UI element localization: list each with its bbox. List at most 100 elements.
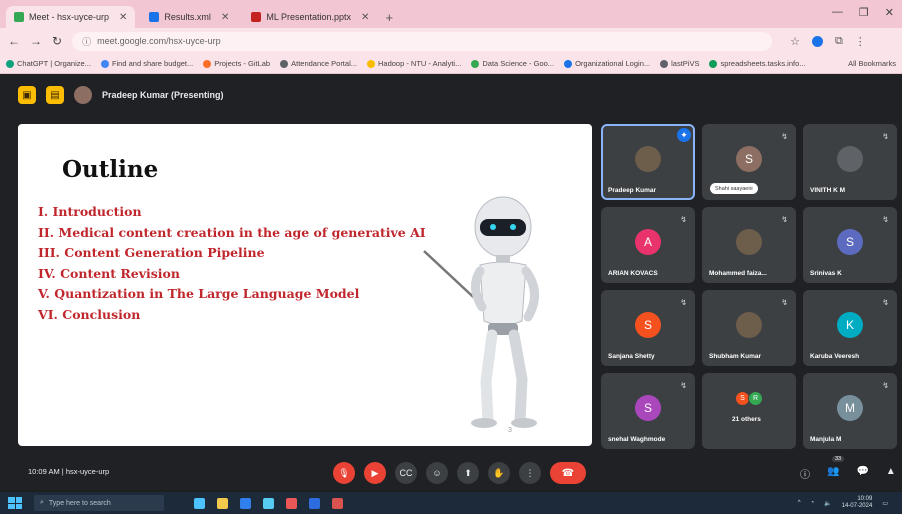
participant-name: Karuba Veeresh <box>810 353 860 360</box>
site-info-icon[interactable]: ⓘ <box>82 35 91 48</box>
bookmark-item[interactable]: Projects - GitLab <box>203 59 270 68</box>
clock[interactable]: 10:09 14-07-2024 <box>842 496 873 510</box>
tab-results[interactable]: Results.xml ✕ <box>141 6 237 28</box>
extensions-icon[interactable]: ⧉ <box>835 35 843 48</box>
participant-tile[interactable]: S ↯ Sanjana Shetty <box>601 290 695 366</box>
tray-arrow-icon[interactable]: ^ <box>798 500 801 506</box>
chat-icon[interactable]: 💬 <box>856 466 868 481</box>
participant-name: Shubham Kumar <box>709 353 762 360</box>
layout-icon[interactable]: ▤ <box>46 86 64 104</box>
info-icon[interactable]: ⓘ <box>800 466 810 481</box>
bookmark-item[interactable]: Hadoop - NTU - Analyti... <box>366 59 461 68</box>
notifications-icon[interactable]: ▭ <box>882 500 888 507</box>
outline-list: I. Introduction II. Medical content crea… <box>38 202 426 325</box>
meet-control-bar: 10:09 AM | hsx-uyce-urp 🎙 ▶ CC ☺ ⬆ ✋ ⋮ ☎… <box>0 456 902 490</box>
windows-taskbar: ⌕ Type here to search ^ ◔ 🔈 10:09 14-07-… <box>0 492 902 514</box>
participant-tile[interactable]: K ↯ Karuba Veeresh <box>803 290 897 366</box>
mic-off-icon: ↯ <box>882 381 889 390</box>
present-button[interactable]: ⬆ <box>457 462 479 484</box>
chrome-icon[interactable] <box>286 497 297 509</box>
profile-avatar[interactable] <box>811 35 823 47</box>
pin-icon[interactable]: ✦ <box>677 128 691 142</box>
store-icon[interactable] <box>263 497 274 509</box>
participant-tile[interactable]: M ↯ Manjula M <box>803 373 897 449</box>
powerpoint-icon[interactable] <box>332 497 343 509</box>
all-bookmarks-link[interactable]: All Bookmarks <box>848 59 896 68</box>
participant-tile[interactable]: ↯ Shubham Kumar <box>702 290 796 366</box>
participant-tile[interactable]: ↯ VINITH K M <box>803 124 897 200</box>
slides-favicon-icon <box>251 12 262 22</box>
participant-name-tag: Shahi saayaeni <box>710 183 758 194</box>
mic-off-icon: ↯ <box>781 215 788 224</box>
bookmark-item[interactable]: lastPiVS <box>660 59 699 68</box>
minimize-icon[interactable]: — <box>832 6 843 19</box>
people-icon[interactable]: 👥 <box>827 466 839 481</box>
volume-icon[interactable]: 🔈 <box>824 500 831 507</box>
avatar: R <box>748 391 763 406</box>
bookmark-favicon-icon <box>660 59 669 68</box>
bookmark-item[interactable]: Attendance Portal... <box>280 59 357 68</box>
search-placeholder: Type here to search <box>48 499 111 507</box>
close-window-icon[interactable]: ✕ <box>885 6 894 19</box>
call-controls: 🎙 ▶ CC ☺ ⬆ ✋ ⋮ ☎ <box>333 462 586 484</box>
tab-meet[interactable]: Meet - hsx-uyce-urp ✕ <box>6 6 136 28</box>
participant-tile[interactable]: S ↯ snehal Waghmode <box>601 373 695 449</box>
reload-icon[interactable]: ↻ <box>52 34 62 48</box>
file-explorer-icon[interactable] <box>217 497 228 509</box>
more-options-button[interactable]: ⋮ <box>519 462 541 484</box>
meet-window: ▣ ▤ Pradeep Kumar (Presenting) Outline I… <box>0 74 902 490</box>
participant-tile[interactable]: S ↯ Shahi saayaeni <box>702 124 796 200</box>
participant-name: snehal Waghmode <box>608 436 666 443</box>
maximize-icon[interactable]: ❐ <box>859 6 869 19</box>
participant-tile[interactable]: ✦ Pradeep Kumar <box>601 124 695 200</box>
people-count-badge: 33 <box>832 456 845 462</box>
back-arrow-icon[interactable]: ← <box>8 34 20 48</box>
mic-off-icon: ↯ <box>781 132 788 141</box>
taskbar-search-input[interactable]: ⌕ Type here to search <box>34 495 164 511</box>
bookmark-star-icon[interactable]: ☆ <box>790 35 800 48</box>
emoji-button[interactable]: ☺ <box>426 462 448 484</box>
address-input[interactable]: ⓘ meet.google.com/hsx-uyce-urp <box>72 31 773 51</box>
slide-title: Outline <box>62 156 159 183</box>
network-icon[interactable]: ◔ <box>811 500 815 506</box>
bookmark-item[interactable]: spreadsheets.tasks.info... <box>709 59 806 68</box>
activities-icon[interactable]: ▲ <box>886 466 896 481</box>
captions-button[interactable]: CC <box>395 462 417 484</box>
mic-toggle-button[interactable]: 🎙 <box>333 462 355 484</box>
close-tab-icon[interactable]: ✕ <box>361 12 369 23</box>
mic-off-icon: ↯ <box>882 215 889 224</box>
leave-call-button[interactable]: ☎ <box>550 462 586 484</box>
bookmark-favicon-icon <box>366 59 375 68</box>
bookmark-favicon-icon <box>471 59 480 68</box>
presenter-label: Pradeep Kumar (Presenting) <box>102 90 224 100</box>
outline-item: I. Introduction <box>38 204 142 219</box>
bookmark-item[interactable]: Data Science - Goo... <box>471 59 554 68</box>
forward-arrow-icon[interactable]: → <box>30 34 42 48</box>
participant-tile[interactable]: A ↯ ARIAN KOVACS <box>601 207 695 283</box>
word-icon[interactable] <box>309 497 320 509</box>
participant-tile[interactable]: S ↯ Srinivas K <box>803 207 897 283</box>
close-tab-icon[interactable]: ✕ <box>221 12 229 23</box>
window-controls: — ❐ ✕ <box>832 6 894 19</box>
tab-label: Meet - hsx-uyce-urp <box>29 12 110 22</box>
mail-icon[interactable] <box>240 497 251 509</box>
close-tab-icon[interactable]: ✕ <box>119 12 127 23</box>
bookmark-favicon-icon <box>203 59 212 68</box>
new-tab-button[interactable]: + <box>385 10 393 28</box>
bookmark-item[interactable]: Find and share budget... <box>100 59 193 68</box>
participant-tile[interactable]: ↯ Mohammed faiza... <box>702 207 796 283</box>
tab-presentation[interactable]: ML Presentation.pptx ✕ <box>243 6 377 28</box>
others-tile[interactable]: S R 21 others <box>702 373 796 449</box>
presenter-bar: ▣ ▤ Pradeep Kumar (Presenting) <box>18 86 224 104</box>
menu-dots-icon[interactable]: ⋮ <box>855 35 866 48</box>
avatar: S <box>635 395 661 421</box>
present-pin-icon[interactable]: ▣ <box>18 86 36 104</box>
camera-toggle-button[interactable]: ▶ <box>364 462 386 484</box>
slide-page-number: 3 <box>508 427 512 434</box>
bookmark-item[interactable]: ChatGPT | Organize... <box>6 59 91 68</box>
bookmark-item[interactable]: Organizational Login... <box>564 59 650 68</box>
task-view-icon[interactable] <box>194 497 205 509</box>
raise-hand-button[interactable]: ✋ <box>488 462 510 484</box>
windows-start-icon[interactable] <box>8 497 22 509</box>
outline-item: II. Medical content creation in the age … <box>38 224 426 240</box>
